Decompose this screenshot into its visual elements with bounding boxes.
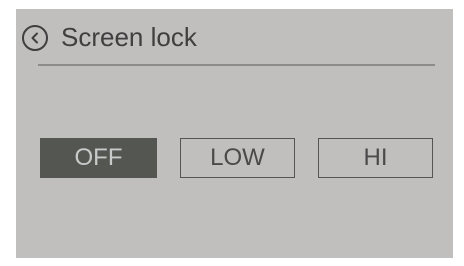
option-hi-button[interactable]: HI — [318, 138, 433, 178]
screen-lock-panel: Screen lock OFF LOW HI — [16, 9, 453, 258]
lock-level-options: OFF LOW HI — [16, 9, 453, 258]
option-off-button[interactable]: OFF — [40, 138, 157, 178]
option-low-button[interactable]: LOW — [180, 138, 295, 178]
